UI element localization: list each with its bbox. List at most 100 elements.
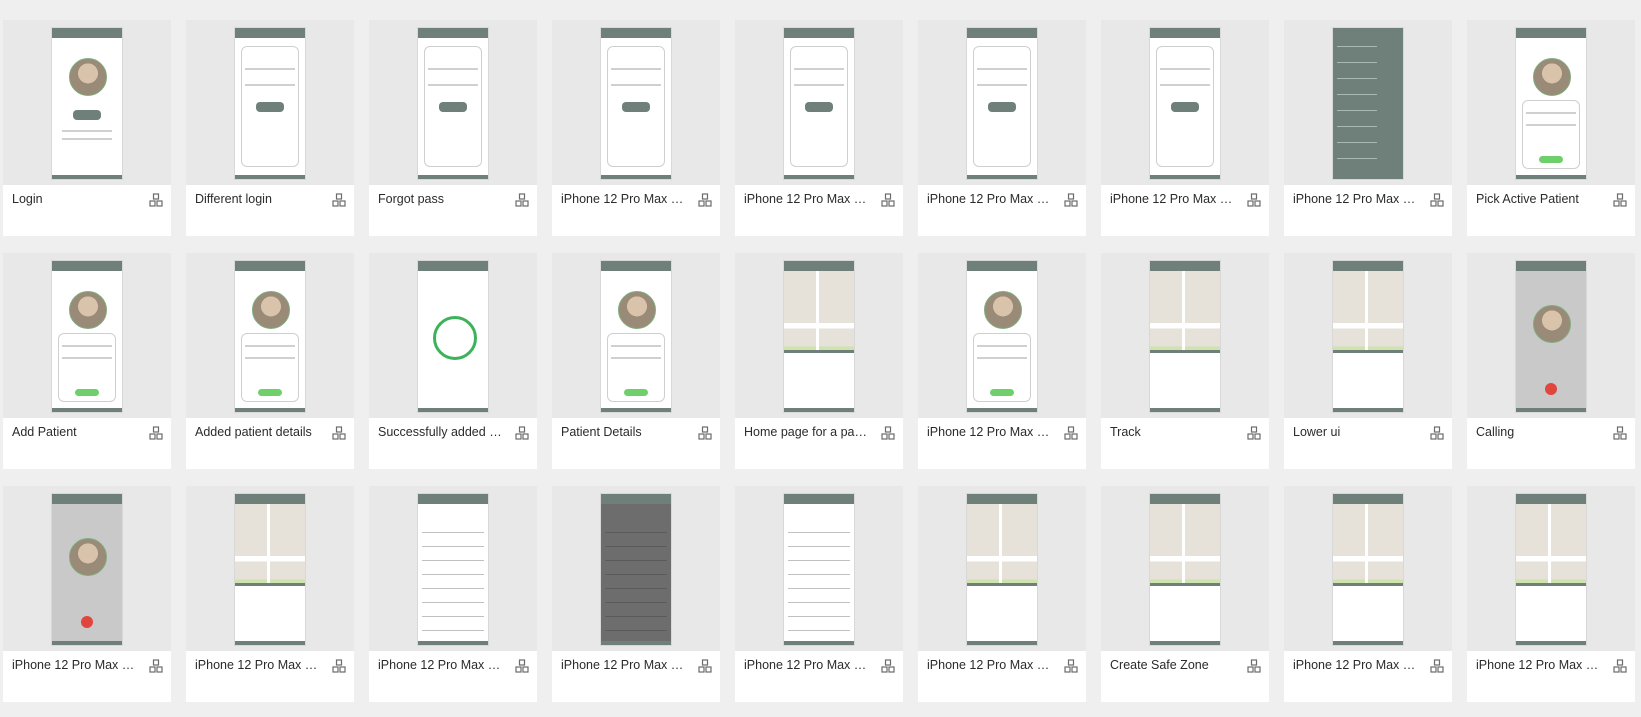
artboard-thumbnail[interactable]: [552, 20, 720, 185]
component-icon[interactable]: [1613, 426, 1627, 440]
artboard-thumbnail[interactable]: [3, 20, 171, 185]
artboard-card[interactable]: iPhone 12 Pro Max – 6: [552, 20, 720, 236]
artboard-card[interactable]: iPhone 12 Pro Max – 11: [369, 486, 537, 702]
artboard-thumbnail[interactable]: [918, 486, 1086, 651]
artboard-title[interactable]: iPhone 12 Pro Max – 2: [1110, 192, 1234, 206]
artboard-title[interactable]: iPhone 12 Pro Max – 9: [12, 658, 136, 672]
artboard-card[interactable]: Added patient details: [186, 253, 354, 469]
artboard-thumbnail[interactable]: [1284, 253, 1452, 418]
artboard-thumbnail[interactable]: [735, 253, 903, 418]
component-icon[interactable]: [881, 193, 895, 207]
artboard-card[interactable]: Forgot pass: [369, 20, 537, 236]
artboard-thumbnail[interactable]: [1101, 20, 1269, 185]
component-icon[interactable]: [515, 193, 529, 207]
component-icon[interactable]: [149, 426, 163, 440]
artboard-title[interactable]: Add Patient: [12, 425, 136, 439]
artboard-card[interactable]: iPhone 12 Pro Max – 9: [3, 486, 171, 702]
artboard-title[interactable]: iPhone 12 Pro Max – 6: [561, 192, 685, 206]
artboard-card[interactable]: Login: [3, 20, 171, 236]
component-icon[interactable]: [1430, 193, 1444, 207]
component-icon[interactable]: [881, 659, 895, 673]
artboard-title[interactable]: Added patient details: [195, 425, 319, 439]
component-icon[interactable]: [1064, 426, 1078, 440]
artboard-title[interactable]: iPhone 12 Pro Max – 7: [744, 192, 868, 206]
artboard-thumbnail[interactable]: [1284, 20, 1452, 185]
artboard-thumbnail[interactable]: [3, 486, 171, 651]
artboard-thumbnail[interactable]: [552, 486, 720, 651]
artboard-thumbnail[interactable]: [552, 253, 720, 418]
artboard-title[interactable]: iPhone 12 Pro Max – 8: [927, 192, 1051, 206]
artboard-thumbnail[interactable]: [369, 486, 537, 651]
artboard-card[interactable]: iPhone 12 Pro Max – 8: [918, 20, 1086, 236]
component-icon[interactable]: [1247, 193, 1261, 207]
component-icon[interactable]: [332, 659, 346, 673]
component-icon[interactable]: [881, 426, 895, 440]
artboard-thumbnail[interactable]: [186, 20, 354, 185]
artboard-card[interactable]: Track: [1101, 253, 1269, 469]
component-icon[interactable]: [1430, 426, 1444, 440]
artboard-card[interactable]: Calling: [1467, 253, 1635, 469]
artboard-card[interactable]: Successfully added a n...: [369, 253, 537, 469]
artboard-thumbnail[interactable]: [735, 20, 903, 185]
artboard-card[interactable]: iPhone 12 Pro Max – 12: [735, 486, 903, 702]
artboard-card[interactable]: Add Patient: [3, 253, 171, 469]
artboard-thumbnail[interactable]: [1467, 20, 1635, 185]
artboard-card[interactable]: iPhone 12 Pro Max – 2: [1101, 20, 1269, 236]
artboard-card[interactable]: iPhone 12 Pro Max – 1: [1284, 20, 1452, 236]
component-icon[interactable]: [332, 193, 346, 207]
artboard-card[interactable]: iPhone 12 Pro Max – 14: [918, 486, 1086, 702]
artboard-card[interactable]: iPhone 12 Pro Max – 16: [1467, 486, 1635, 702]
artboard-title[interactable]: Track: [1110, 425, 1234, 439]
component-icon[interactable]: [149, 193, 163, 207]
artboard-card[interactable]: Different login: [186, 20, 354, 236]
artboard-card[interactable]: iPhone 12 Pro Max – 41: [918, 253, 1086, 469]
artboard-card[interactable]: iPhone 12 Pro Max – 15: [1284, 486, 1452, 702]
artboard-thumbnail[interactable]: [1467, 253, 1635, 418]
artboard-title[interactable]: iPhone 12 Pro Max – 1: [1293, 192, 1417, 206]
artboard-card[interactable]: Pick Active Patient: [1467, 20, 1635, 236]
artboard-card[interactable]: iPhone 12 Pro Max – 13: [552, 486, 720, 702]
artboard-title[interactable]: iPhone 12 Pro Max – 16: [1476, 658, 1600, 672]
artboard-title[interactable]: Login: [12, 192, 136, 206]
artboard-card[interactable]: iPhone 12 Pro Max – 7: [735, 20, 903, 236]
artboard-thumbnail[interactable]: [735, 486, 903, 651]
artboard-title[interactable]: Home page for a patient: [744, 425, 868, 439]
component-icon[interactable]: [332, 426, 346, 440]
component-icon[interactable]: [698, 426, 712, 440]
component-icon[interactable]: [149, 659, 163, 673]
artboard-card[interactable]: Lower ui: [1284, 253, 1452, 469]
artboard-thumbnail[interactable]: [1101, 486, 1269, 651]
component-icon[interactable]: [1430, 659, 1444, 673]
artboard-title[interactable]: iPhone 12 Pro Max – 41: [927, 425, 1051, 439]
artboard-thumbnail[interactable]: [369, 20, 537, 185]
component-icon[interactable]: [1613, 193, 1627, 207]
artboard-title[interactable]: Lower ui: [1293, 425, 1417, 439]
component-icon[interactable]: [698, 659, 712, 673]
artboard-thumbnail[interactable]: [186, 253, 354, 418]
artboard-title[interactable]: Patient Details: [561, 425, 685, 439]
component-icon[interactable]: [1064, 659, 1078, 673]
artboard-thumbnail[interactable]: [186, 486, 354, 651]
artboard-thumbnail[interactable]: [1467, 486, 1635, 651]
artboard-thumbnail[interactable]: [1101, 253, 1269, 418]
artboard-title[interactable]: Pick Active Patient: [1476, 192, 1600, 206]
artboard-title[interactable]: Successfully added a n...: [378, 425, 502, 439]
artboard-title[interactable]: iPhone 12 Pro Max – 12: [744, 658, 868, 672]
artboard-title[interactable]: Calling: [1476, 425, 1600, 439]
artboard-title[interactable]: Forgot pass: [378, 192, 502, 206]
artboard-card[interactable]: Create Safe Zone: [1101, 486, 1269, 702]
artboard-card[interactable]: Home page for a patient: [735, 253, 903, 469]
artboard-title[interactable]: iPhone 12 Pro Max – 11: [378, 658, 502, 672]
artboard-thumbnail[interactable]: [369, 253, 537, 418]
artboard-title[interactable]: iPhone 12 Pro Max – 10: [195, 658, 319, 672]
artboard-card[interactable]: iPhone 12 Pro Max – 10: [186, 486, 354, 702]
component-icon[interactable]: [515, 659, 529, 673]
artboard-thumbnail[interactable]: [918, 20, 1086, 185]
artboard-thumbnail[interactable]: [1284, 486, 1452, 651]
artboard-title[interactable]: iPhone 12 Pro Max – 14: [927, 658, 1051, 672]
artboard-card[interactable]: Patient Details: [552, 253, 720, 469]
artboard-thumbnail[interactable]: [3, 253, 171, 418]
component-icon[interactable]: [1613, 659, 1627, 673]
artboard-title[interactable]: iPhone 12 Pro Max – 13: [561, 658, 685, 672]
component-icon[interactable]: [1064, 193, 1078, 207]
